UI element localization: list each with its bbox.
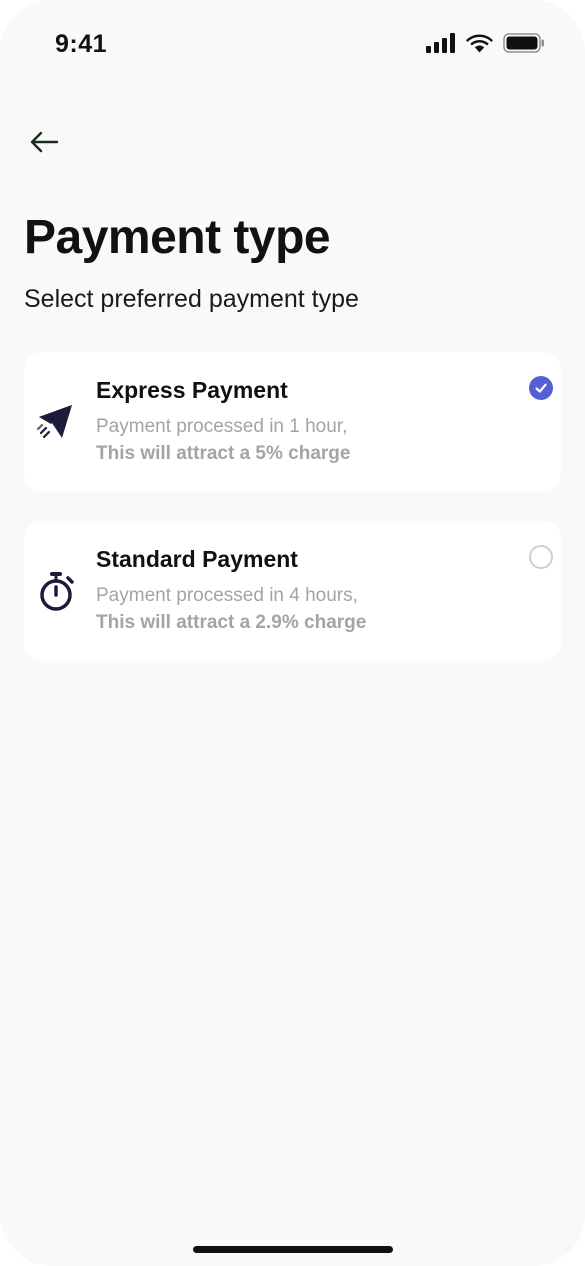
page-title: Payment type — [24, 211, 331, 264]
phone-screen: 9:41 Payment type Select preferred payme… — [0, 0, 585, 1266]
express-radio-selected[interactable] — [529, 376, 553, 400]
option-title: Standard Payment — [96, 546, 298, 572]
paper-plane-icon — [36, 400, 76, 444]
stopwatch-icon — [36, 569, 76, 613]
back-button[interactable] — [24, 122, 64, 162]
wifi-icon — [466, 34, 493, 53]
signal-icon — [426, 33, 455, 53]
standard-radio-unselected[interactable] — [529, 545, 553, 569]
status-icons — [426, 33, 545, 53]
check-icon — [535, 383, 547, 393]
option-charge: This will attract a 2.9% charge — [96, 612, 367, 633]
page-subtitle: Select preferred payment type — [24, 285, 359, 313]
express-payment-option[interactable]: Express Payment Payment processed in 1 h… — [24, 352, 561, 492]
home-indicator — [193, 1246, 393, 1253]
status-time: 9:41 — [55, 30, 108, 58]
option-title: Express Payment — [96, 377, 288, 403]
option-description: Payment processed in 1 hour, — [96, 416, 348, 437]
standard-payment-option[interactable]: Standard Payment Payment processed in 4 … — [24, 521, 561, 661]
arrow-left-icon — [30, 131, 59, 153]
option-charge: This will attract a 5% charge — [96, 443, 351, 464]
battery-icon — [503, 33, 544, 53]
option-description: Payment processed in 4 hours, — [96, 585, 358, 606]
